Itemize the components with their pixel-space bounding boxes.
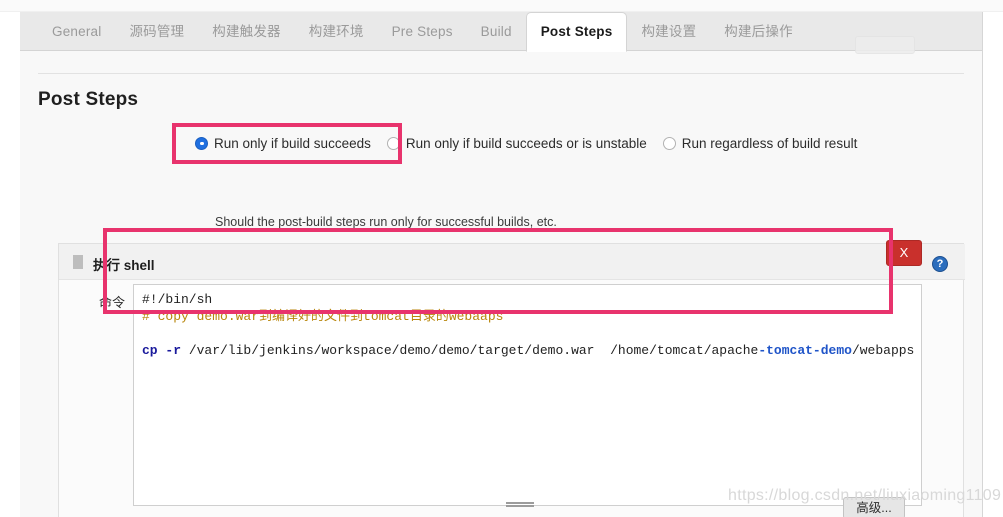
tab-0[interactable]: General [38,12,115,51]
app-screen: General 源码管理 构建触发器 构建环境 Pre Steps Build Post S… [0,0,1003,517]
command-segment-3-0: cp -r [142,343,182,358]
command-segment-3-3: /webapps [851,343,915,358]
radio-option-label-2: Run regardless of build result [681,135,858,151]
command-segment-3-2: -tomcat-demo [758,343,852,358]
radio-option-1[interactable]: Run only if build succeeds or is unstabl… [386,135,647,151]
post-steps-panel: Post Steps Run only if build succeeds Run… [20,51,982,517]
delete-builder-button[interactable]: X [886,240,922,266]
command-segment-1-0: # copy demo.war到编译好的文件到tomcat目录的webaaps [142,309,504,324]
radio-button-icon-0[interactable] [195,136,208,150]
watermark-text: https://blog.csdn.net/liuxiaoming1109 [728,487,1002,504]
radio-button-icon-2[interactable] [662,136,676,150]
help-circle-icon[interactable]: ? [932,256,948,272]
radio-option-label-1: Run only if build succeeds or is unstabl… [405,135,647,151]
shell-builder-box: 执行 shell X ? 命令 #!/bin/sh # copy demo.war… [58,240,965,517]
command-line-3: cp -r /var/lib/jenkins/workspace/demo/de… [142,342,915,359]
tab-list: General 源码管理 构建触发器 构建环境 Pre Steps Build Post S… [20,12,807,52]
run-condition-radio-group: Run only if build succeeds Run only if bu… [195,132,873,154]
shell-builder-title: 执行 shell [93,258,155,273]
textarea-resize-grip[interactable] [506,502,534,509]
command-line-2 [142,325,913,342]
command-line-0: #!/bin/sh [142,291,913,308]
drag-grip-icon[interactable] [73,255,83,269]
radio-option-0[interactable]: Run only if build succeeds [195,136,371,151]
command-line-1: # copy demo.war到编译好的文件到tomcat目录的webaaps [142,308,913,325]
command-label: 命令 [99,295,126,310]
tab-7[interactable]: 构建设置 [627,12,710,51]
resize-grip-line [506,502,534,504]
grip-dot [81,267,83,269]
tab-5[interactable]: Build [467,12,526,51]
radio-option-label-0: Run only if build succeeds [214,135,371,151]
top-strip [0,0,1003,12]
page-title: Post Steps [38,89,139,110]
tab-4[interactable]: Pre Steps [378,12,467,51]
tab-8[interactable]: 构建后操作 [710,12,807,51]
tab-3[interactable]: 构建环境 [295,12,378,51]
config-tabbar: General 源码管理 构建触发器 构建环境 Pre Steps Build Post S… [20,12,982,52]
radio-option-2[interactable]: Run regardless of build result [662,135,858,151]
panel-divider [38,73,964,74]
command-segment-3-1: /var/lib/jenkins/workspace/demo/demo/tar… [181,343,759,358]
faded-button[interactable] [855,36,915,54]
command-textarea[interactable]: #!/bin/sh # copy demo.war到编译好的文件到tomcat目录… [133,284,922,506]
tab-2[interactable]: 构建触发器 [198,12,295,51]
resize-grip-line [506,505,534,507]
run-condition-hint: Should the post-build steps run only for… [215,215,557,229]
radio-button-icon-1[interactable] [386,136,400,150]
tab-active-6[interactable]: Post Steps [525,12,628,52]
command-segment-0-0: #!/bin/sh [142,292,213,307]
shell-builder-header: 执行 shell [59,244,965,280]
tab-1[interactable]: 源码管理 [115,12,198,51]
